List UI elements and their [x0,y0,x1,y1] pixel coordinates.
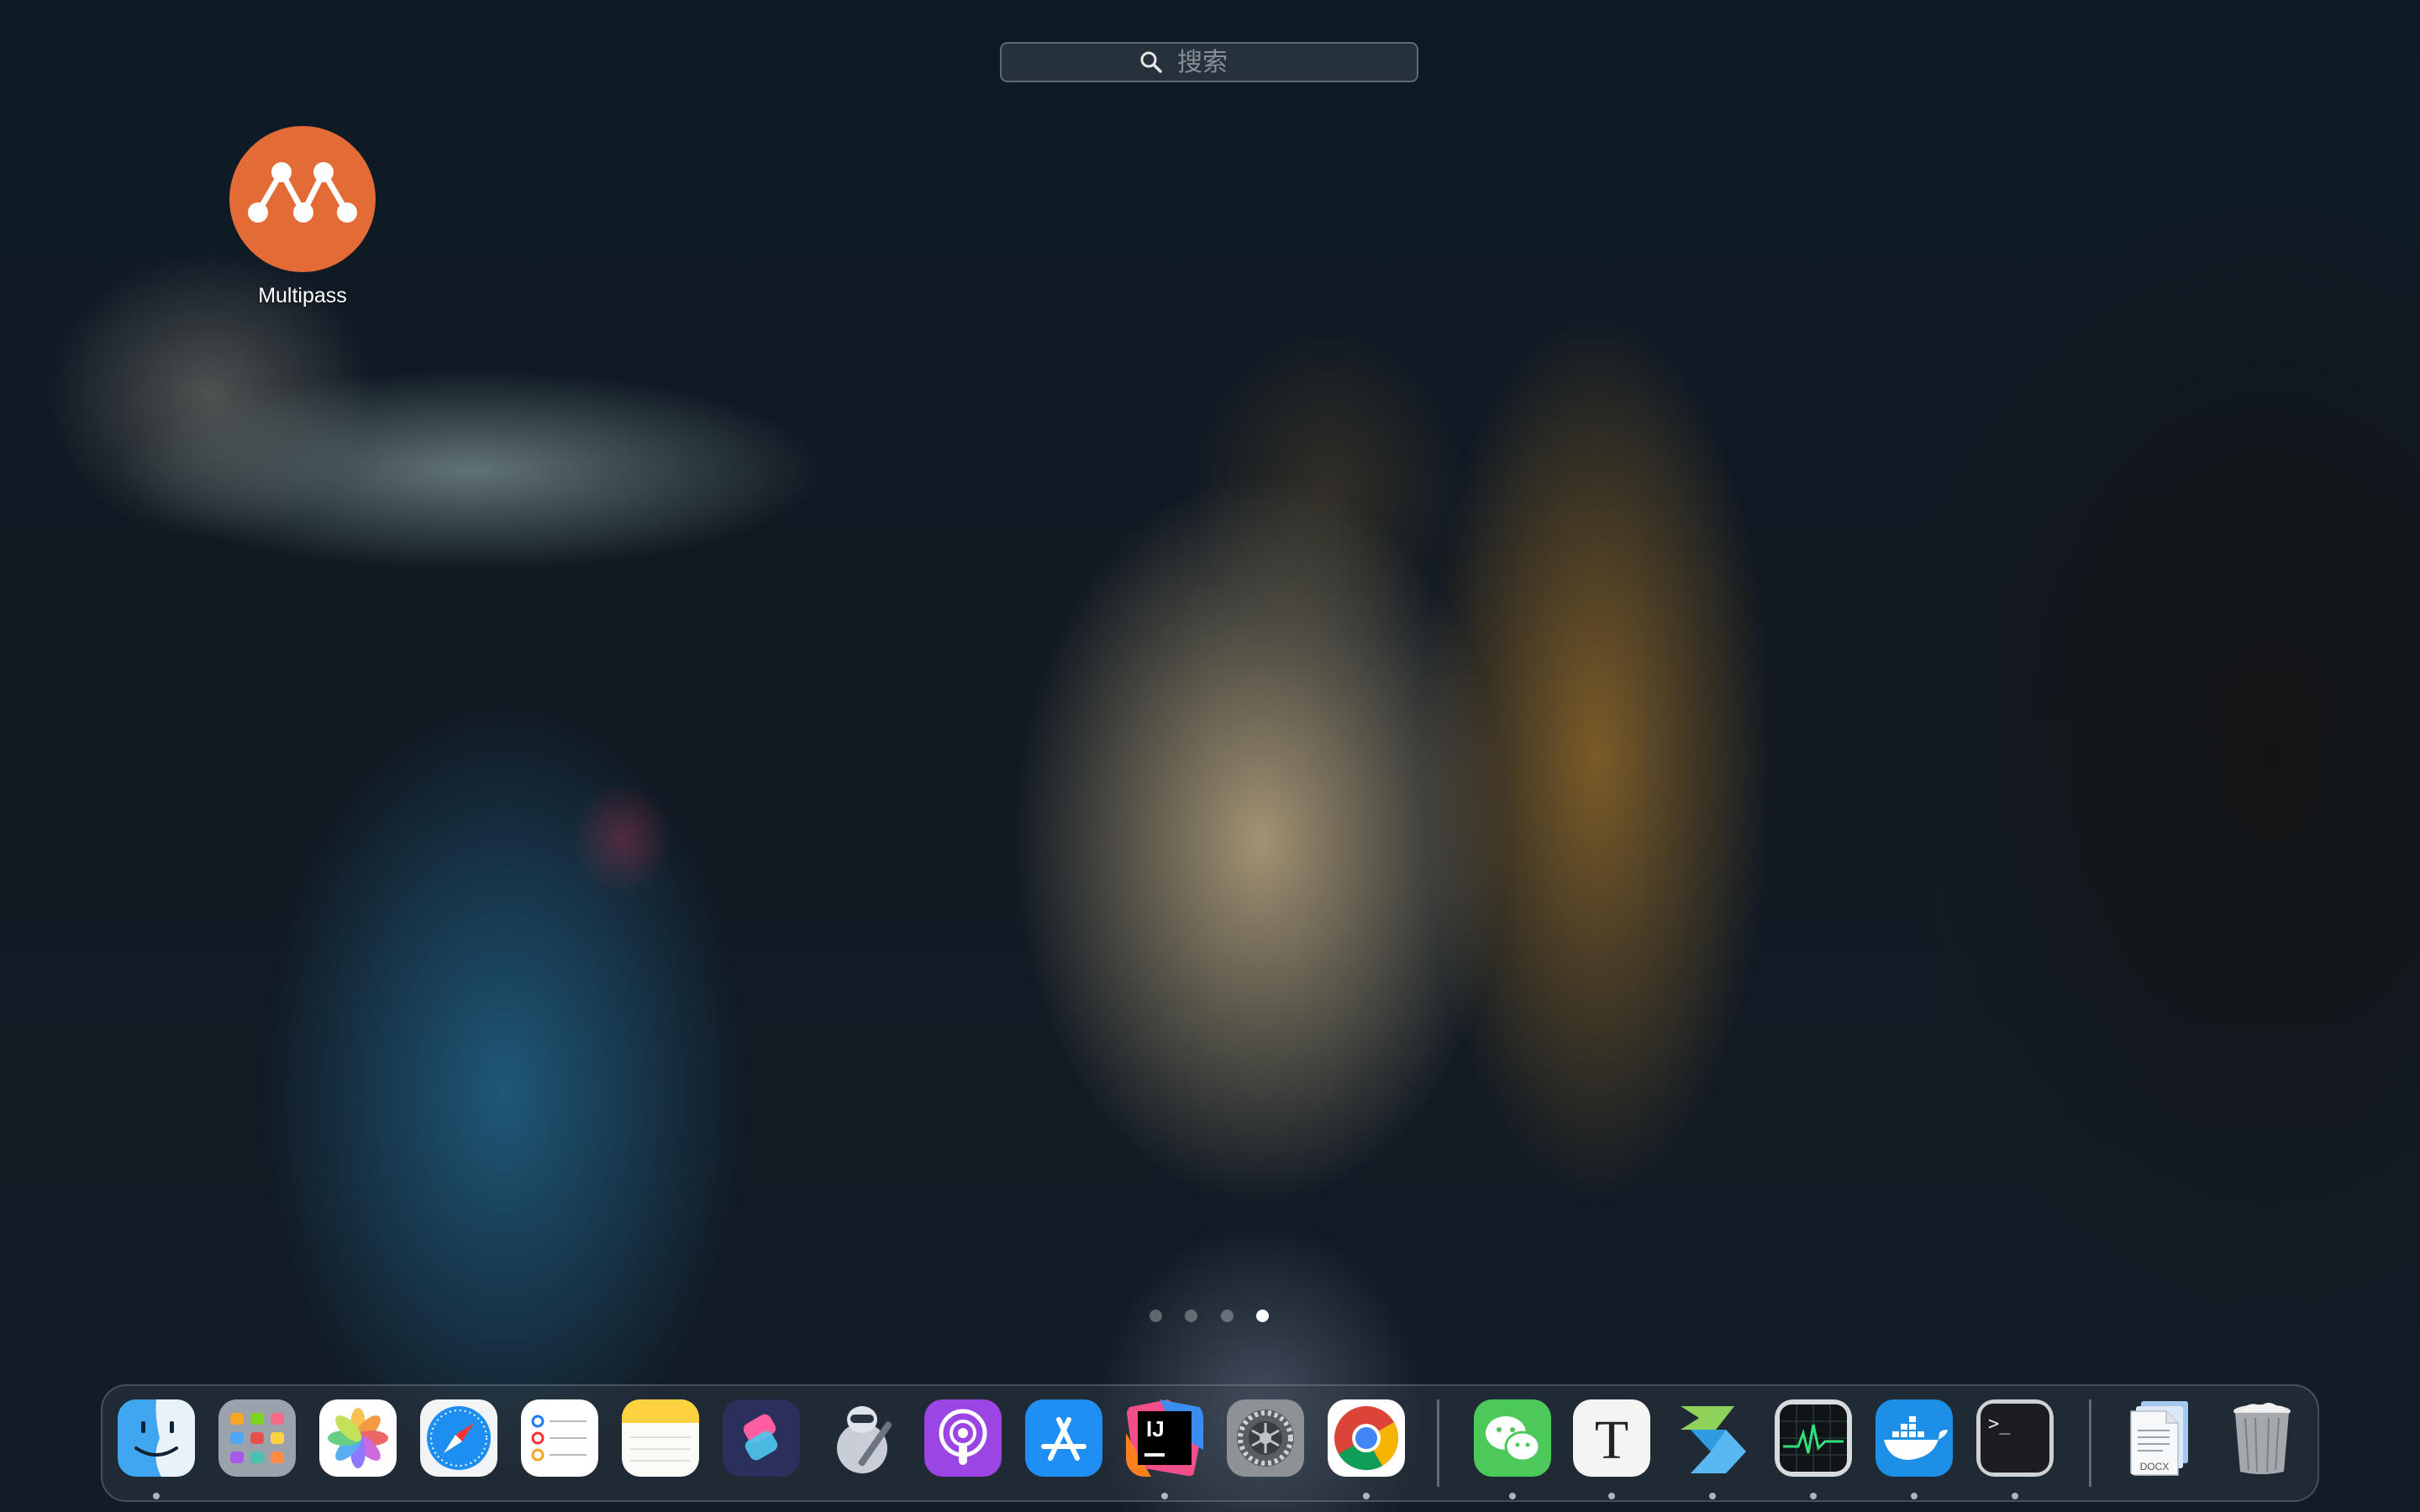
safari-icon [420,1399,497,1477]
launchpad-icon [218,1399,296,1477]
dock-item-photos[interactable] [319,1399,397,1477]
terminal-icon: >_ [1976,1399,2054,1477]
docx-stack-icon: DOCX [2130,1401,2188,1476]
running-indicator [2012,1493,2018,1499]
intellij-icon: IJ [1126,1399,1203,1477]
svg-text:>_: >_ [1988,1414,2011,1435]
running-indicator [1509,1493,1516,1499]
page-dot-3[interactable] [1220,1309,1234,1322]
trash-full-icon [2233,1403,2291,1474]
typora-icon: T [1573,1399,1650,1477]
running-indicator [1911,1493,1918,1499]
automator-icon [837,1406,892,1473]
search-icon [1140,51,1162,73]
dock-item-shortcuts[interactable] [723,1399,800,1477]
dock-separator [2089,1399,2091,1487]
dock-item-chrome[interactable] [1328,1399,1405,1477]
activity-monitor-icon [1775,1399,1852,1477]
search-field[interactable] [1000,42,1418,82]
page-dot-1[interactable] [1150,1309,1162,1322]
multipass-icon [229,126,376,272]
running-indicator [1810,1493,1817,1499]
running-indicator [1161,1493,1168,1499]
page-dot-2[interactable] [1185,1309,1198,1322]
podcasts-icon [924,1399,1002,1477]
dock-item-reminders[interactable] [521,1399,598,1477]
dock-item-launchpad[interactable] [218,1399,296,1477]
finder-icon [118,1399,195,1477]
dock-item-finder[interactable] [118,1399,195,1477]
running-indicator [1363,1493,1370,1499]
dock-item-typora[interactable]: T [1573,1399,1650,1477]
page-indicator [1150,1305,1269,1326]
svg-text:IJ: IJ [1146,1416,1165,1441]
dock-item-automator[interactable] [823,1399,901,1477]
running-indicator [1709,1493,1716,1499]
dock-item-notes[interactable] [622,1399,699,1477]
dock-item-documents-stack[interactable]: DOCX [2123,1399,2200,1477]
dock-item-dev-tool[interactable] [1674,1399,1751,1477]
dock-item-intellij[interactable]: IJ [1126,1399,1203,1477]
notes-icon [622,1399,699,1477]
docker-icon [1876,1399,1953,1477]
dock-item-terminal[interactable]: >_ [1976,1399,2054,1477]
running-indicator [153,1493,160,1499]
dock-item-podcasts[interactable] [924,1399,1002,1477]
app-tile-multipass[interactable]: Multipass [220,126,385,311]
dock-item-wechat[interactable] [1474,1399,1551,1477]
dock-item-activity-monitor[interactable] [1775,1399,1852,1477]
dock-separator [1437,1399,1439,1487]
running-indicator [1608,1493,1615,1499]
dock-item-docker[interactable] [1876,1399,1953,1477]
svg-text:T: T [1595,1410,1628,1471]
search-input[interactable] [1176,46,1280,78]
chevrons-icon [1681,1406,1746,1473]
app-store-icon [1025,1399,1102,1477]
dock-item-app-store[interactable] [1025,1399,1102,1477]
dock-item-safari[interactable] [420,1399,497,1477]
app-label: Multipass [258,284,347,307]
svg-text:DOCX: DOCX [2140,1461,2170,1473]
chrome-icon [1328,1399,1405,1477]
dock-item-trash[interactable] [2223,1399,2301,1477]
page-dot-4[interactable] [1255,1309,1269,1322]
shortcuts-icon [723,1399,800,1477]
reminders-icon [521,1399,598,1477]
wechat-icon [1474,1399,1551,1477]
photos-icon [319,1399,397,1477]
dock-item-system-settings[interactable] [1227,1399,1304,1477]
settings-gear-icon [1227,1399,1304,1477]
